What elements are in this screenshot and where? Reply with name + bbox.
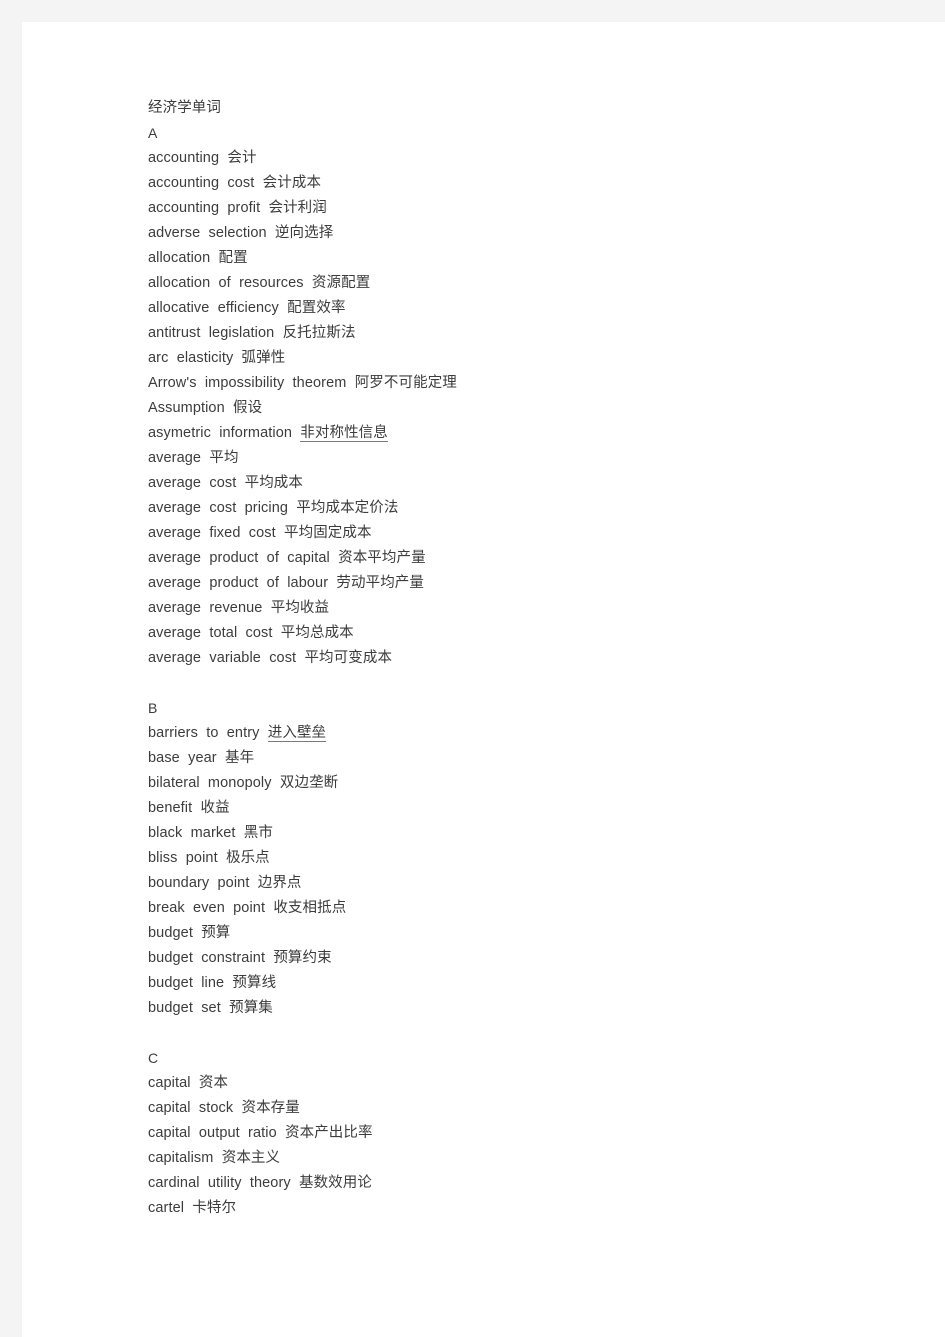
document-title: 经济学单词 bbox=[148, 100, 221, 116]
entry-term: asymetric information bbox=[148, 425, 301, 441]
glossary-entry-adverse-selection: adverse selection 逆向选择 bbox=[148, 225, 334, 241]
glossary-entry-allocative-efficiency: allocative efficiency 配置效率 bbox=[148, 300, 346, 316]
glossary-entry-break-even-point: break even point 收支相抵点 bbox=[148, 900, 347, 916]
glossary-entry-allocation-of-resources: allocation of resources 资源配置 bbox=[148, 275, 371, 291]
glossary-entry-arrows-impossibility: Arrow's impossibility theorem 阿罗不可能定理 bbox=[148, 375, 457, 391]
glossary-entry-barriers-to-entry: barriers to entry 进入壁垒 bbox=[148, 721, 848, 746]
glossary-entry-average-variable-cost: average variable cost 平均可变成本 bbox=[148, 650, 393, 666]
glossary-entry-capitalism: capitalism 资本主义 bbox=[148, 1150, 281, 1166]
document-text-block: 经济学单词 Aaccounting 会计 accounting cost 会计成本 a… bbox=[148, 96, 848, 1221]
glossary-entry-allocation: allocation 配置 bbox=[148, 250, 248, 266]
glossary-entry-accounting: accounting 会计 bbox=[148, 150, 257, 166]
glossary-entry-budget-constraint: budget constraint 预算约束 bbox=[148, 950, 332, 966]
entry-translation-flagged: 非对称性信息 bbox=[300, 425, 388, 442]
glossary-entry-average-cost: average cost 平均成本 bbox=[148, 475, 304, 491]
section-heading-section-c: C bbox=[148, 1050, 159, 1066]
glossary-entry-boundary-point: boundary point 边界点 bbox=[148, 875, 302, 891]
glossary-entry-budget-set: budget set 预算集 bbox=[148, 1000, 273, 1016]
glossary-entry-base-year: base year 基年 bbox=[148, 750, 255, 766]
glossary-entry-accounting-cost: accounting cost 会计成本 bbox=[148, 175, 322, 191]
glossary-entry-average-total-cost: average total cost 平均总成本 bbox=[148, 625, 354, 641]
glossary-entry-bilateral-monopoly: bilateral monopoly 双边垄断 bbox=[148, 775, 339, 791]
glossary-entry-capital: capital 资本 bbox=[148, 1075, 229, 1091]
glossary-entry-average-revenue: average revenue 平均收益 bbox=[148, 600, 330, 616]
glossary-entry-average-fixed-cost: average fixed cost 平均固定成本 bbox=[148, 525, 372, 541]
glossary-entry-benefit: benefit 收益 bbox=[148, 800, 230, 816]
glossary-entry-accounting-profit: accounting profit 会计利润 bbox=[148, 200, 327, 216]
glossary-entry-capital-stock: capital stock 资本存量 bbox=[148, 1100, 300, 1116]
glossary-entry-cartel: cartel 卡特尔 bbox=[148, 1200, 237, 1216]
glossary-entry-average-cost-pricing: average cost pricing 平均成本定价法 bbox=[148, 500, 399, 516]
glossary-entry-asymetric-information: asymetric information 非对称性信息 bbox=[148, 421, 848, 446]
glossary-entry-capital-output-ratio: capital output ratio 资本产出比率 bbox=[148, 1125, 373, 1141]
glossary-entry-average-product-labour: average product of labour 劳动平均产量 bbox=[148, 575, 424, 591]
glossary-entry-arc-elasticity: arc elasticity 弧弹性 bbox=[148, 350, 286, 366]
glossary-entry-bliss-point: bliss point 极乐点 bbox=[148, 850, 270, 866]
entry-translation-flagged: 进入壁垒 bbox=[267, 725, 327, 742]
section-heading-section-b: B bbox=[148, 700, 158, 716]
glossary-entry-average-product-capital: average product of capital 资本平均产量 bbox=[148, 550, 426, 566]
document-page: 经济学单词 Aaccounting 会计 accounting cost 会计成本 a… bbox=[22, 22, 945, 1337]
glossary-entry-assumption: Assumption 假设 bbox=[148, 400, 263, 416]
section-heading-section-a: A bbox=[148, 125, 158, 141]
entry-term: barriers to entry bbox=[148, 725, 268, 741]
glossary-entry-budget: budget 预算 bbox=[148, 925, 231, 941]
glossary-entry-average: average 平均 bbox=[148, 450, 239, 466]
glossary-entry-antitrust-legislation: antitrust legislation 反托拉斯法 bbox=[148, 325, 356, 341]
glossary-entry-black-market: black market 黑市 bbox=[148, 825, 273, 841]
glossary-entry-budget-line: budget line 预算线 bbox=[148, 975, 277, 991]
glossary-entry-cardinal-utility-theory: cardinal utility theory 基数效用论 bbox=[148, 1175, 372, 1191]
